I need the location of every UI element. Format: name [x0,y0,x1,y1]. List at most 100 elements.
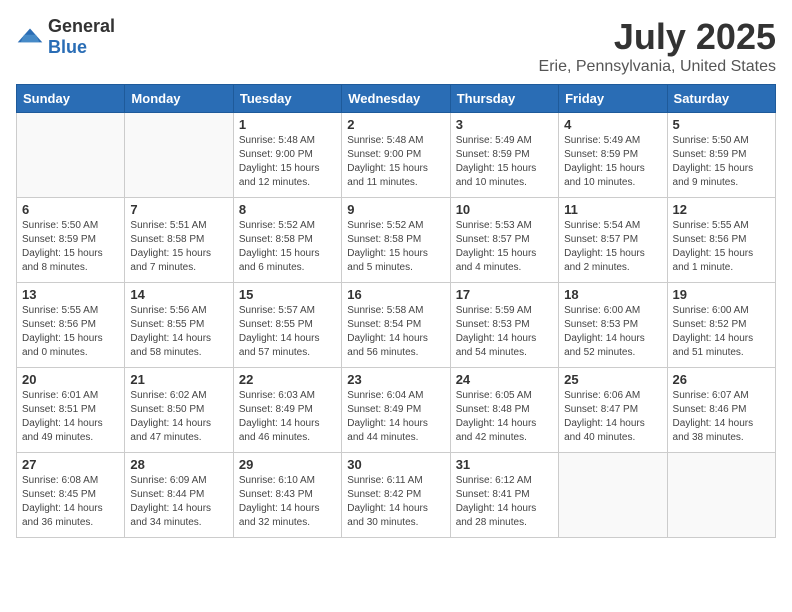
day-number: 3 [456,117,553,132]
day-number: 26 [673,372,770,387]
day-number: 10 [456,202,553,217]
day-number: 2 [347,117,444,132]
day-info: Sunrise: 6:11 AMSunset: 8:42 PMDaylight:… [347,474,444,530]
day-number: 17 [456,287,553,302]
day-number: 31 [456,457,553,472]
day-number: 9 [347,202,444,217]
day-number: 23 [347,372,444,387]
calendar-cell: 29 Sunrise: 6:10 AMSunset: 8:43 PMDayligh… [233,453,341,538]
day-number: 6 [22,202,119,217]
day-info: Sunrise: 6:03 AMSunset: 8:49 PMDaylight:… [239,389,336,445]
day-number: 21 [130,372,227,387]
calendar-cell: 9Sunrise: 5:52 AMSunset: 8:58 PMDaylight… [342,198,450,283]
calendar-cell: 14 Sunrise: 5:56 AMSunset: 8:55 PMDayligh… [125,283,233,368]
day-info: Sunrise: 6:04 AMSunset: 8:49 PMDaylight:… [347,389,444,445]
calendar-cell: 17 Sunrise: 5:59 AMSunset: 8:53 PMDayligh… [450,283,558,368]
logo: General Blue [16,16,115,58]
day-number: 28 [130,457,227,472]
day-info: Sunrise: 6:02 AMSunset: 8:50 PMDaylight:… [130,389,227,445]
calendar-cell: 28 Sunrise: 6:09 AMSunset: 8:44 PMDayligh… [125,453,233,538]
day-number: 30 [347,457,444,472]
calendar-cell: 8Sunrise: 5:52 AMSunset: 8:58 PMDaylight… [233,198,341,283]
calendar-cell: 24 Sunrise: 6:05 AMSunset: 8:48 PMDayligh… [450,368,558,453]
calendar-cell: 2Sunrise: 5:48 AMSunset: 9:00 PMDaylight… [342,113,450,198]
day-number: 18 [564,287,661,302]
day-number: 20 [22,372,119,387]
week-row-1: 1 Sunrise: 5:48 AMSunset: 9:00 PMDaylight… [17,113,776,198]
week-row-2: 6 Sunrise: 5:50 AMSunset: 8:59 PMDaylight… [17,198,776,283]
day-number: 25 [564,372,661,387]
day-info: Sunrise: 5:51 AMSunset: 8:58 PMDaylight:… [130,219,227,275]
calendar-cell: 21 Sunrise: 6:02 AMSunset: 8:50 PMDayligh… [125,368,233,453]
day-info: Sunrise: 5:54 AMSunset: 8:57 PMDaylight:… [564,219,661,275]
calendar-cell [125,113,233,198]
calendar-cell: 3 Sunrise: 5:49 AMSunset: 8:59 PMDaylight… [450,113,558,198]
page-header: General Blue July 2025 Erie, Pennsylvani… [16,16,776,76]
day-info: Sunrise: 5:49 AMSunset: 8:59 PMDaylight:… [456,134,553,190]
weekday-header-row: SundayMondayTuesdayWednesdayThursdayFrid… [17,85,776,113]
weekday-header-saturday: Saturday [667,85,775,113]
main-title: July 2025 [539,16,776,58]
day-info: Sunrise: 5:53 AMSunset: 8:57 PMDaylight:… [456,219,553,275]
weekday-header-monday: Monday [125,85,233,113]
day-info: Sunrise: 5:56 AMSunset: 8:55 PMDaylight:… [130,304,227,360]
calendar-cell: 10 Sunrise: 5:53 AMSunset: 8:57 PMDayligh… [450,198,558,283]
calendar-cell: 25 Sunrise: 6:06 AMSunset: 8:47 PMDayligh… [559,368,667,453]
calendar-cell: 12 Sunrise: 5:55 AMSunset: 8:56 PMDayligh… [667,198,775,283]
day-number: 27 [22,457,119,472]
day-info: Sunrise: 6:01 AMSunset: 8:51 PMDaylight:… [22,389,119,445]
day-number: 22 [239,372,336,387]
day-info: Sunrise: 6:12 AMSunset: 8:41 PMDaylight:… [456,474,553,530]
day-number: 19 [673,287,770,302]
calendar-cell: 16Sunrise: 5:58 AMSunset: 8:54 PMDayligh… [342,283,450,368]
calendar-cell: 11 Sunrise: 5:54 AMSunset: 8:57 PMDayligh… [559,198,667,283]
day-info: Sunrise: 6:06 AMSunset: 8:47 PMDaylight:… [564,389,661,445]
day-info: Sunrise: 5:50 AMSunset: 8:59 PMDaylight:… [22,219,119,275]
day-info: Sunrise: 5:50 AMSunset: 8:59 PMDaylight:… [673,134,770,190]
calendar-cell: 4Sunrise: 5:49 AMSunset: 8:59 PMDaylight… [559,113,667,198]
day-info: Sunrise: 5:59 AMSunset: 8:53 PMDaylight:… [456,304,553,360]
calendar-cell: 26Sunrise: 6:07 AMSunset: 8:46 PMDayligh… [667,368,775,453]
day-number: 12 [673,202,770,217]
calendar-cell: 31 Sunrise: 6:12 AMSunset: 8:41 PMDayligh… [450,453,558,538]
day-number: 13 [22,287,119,302]
calendar-cell [17,113,125,198]
day-info: Sunrise: 5:48 AMSunset: 9:00 PMDaylight:… [239,134,336,190]
day-number: 16 [347,287,444,302]
day-number: 8 [239,202,336,217]
subtitle: Erie, Pennsylvania, United States [539,58,776,76]
logo-icon [16,27,44,47]
calendar-cell: 1 Sunrise: 5:48 AMSunset: 9:00 PMDaylight… [233,113,341,198]
calendar-cell: 30 Sunrise: 6:11 AMSunset: 8:42 PMDayligh… [342,453,450,538]
logo-blue: Blue [48,37,87,57]
day-number: 1 [239,117,336,132]
day-info: Sunrise: 5:49 AMSunset: 8:59 PMDaylight:… [564,134,661,190]
calendar-cell: 13Sunrise: 5:55 AMSunset: 8:56 PMDayligh… [17,283,125,368]
week-row-5: 27 Sunrise: 6:08 AMSunset: 8:45 PMDayligh… [17,453,776,538]
day-info: Sunrise: 6:08 AMSunset: 8:45 PMDaylight:… [22,474,119,530]
logo-text: General Blue [48,16,115,58]
day-number: 11 [564,202,661,217]
calendar-cell: 7Sunrise: 5:51 AMSunset: 8:58 PMDaylight… [125,198,233,283]
weekday-header-wednesday: Wednesday [342,85,450,113]
calendar-cell: 22 Sunrise: 6:03 AMSunset: 8:49 PMDayligh… [233,368,341,453]
day-info: Sunrise: 5:55 AMSunset: 8:56 PMDaylight:… [673,219,770,275]
day-info: Sunrise: 6:10 AMSunset: 8:43 PMDaylight:… [239,474,336,530]
weekday-header-sunday: Sunday [17,85,125,113]
logo-general: General [48,16,115,36]
day-info: Sunrise: 6:09 AMSunset: 8:44 PMDaylight:… [130,474,227,530]
day-number: 14 [130,287,227,302]
day-number: 24 [456,372,553,387]
day-number: 5 [673,117,770,132]
calendar-cell: 15Sunrise: 5:57 AMSunset: 8:55 PMDayligh… [233,283,341,368]
day-info: Sunrise: 6:00 AMSunset: 8:53 PMDaylight:… [564,304,661,360]
day-number: 29 [239,457,336,472]
week-row-3: 13Sunrise: 5:55 AMSunset: 8:56 PMDayligh… [17,283,776,368]
calendar-table: SundayMondayTuesdayWednesdayThursdayFrid… [16,84,776,538]
calendar-cell: 20 Sunrise: 6:01 AMSunset: 8:51 PMDayligh… [17,368,125,453]
day-number: 15 [239,287,336,302]
weekday-header-tuesday: Tuesday [233,85,341,113]
day-info: Sunrise: 6:05 AMSunset: 8:48 PMDaylight:… [456,389,553,445]
calendar-cell [667,453,775,538]
weekday-header-thursday: Thursday [450,85,558,113]
